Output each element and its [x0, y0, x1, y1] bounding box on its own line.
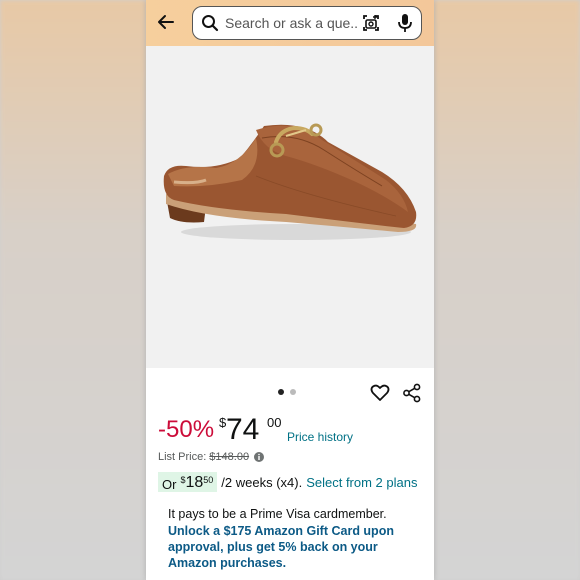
prime-promo-text: It pays to be a Prime Visa cardmember.: [168, 507, 387, 521]
list-price-value: $148.00: [209, 451, 250, 463]
price-fraction: 00: [267, 415, 282, 430]
price-history-link[interactable]: Price history: [287, 430, 353, 444]
prime-offer-link[interactable]: Unlock a $175 Amazon Gift Card upon appr…: [168, 523, 424, 571]
search-icon: [202, 15, 219, 32]
carousel-indicator: [278, 389, 296, 395]
plan-prefix: Or: [162, 477, 177, 492]
list-price: List Price: $148.00: [158, 451, 265, 463]
back-arrow-icon: [158, 15, 174, 29]
prime-visa-promo: It pays to be a Prime Visa cardmember. U…: [168, 506, 424, 571]
select-plans-link[interactable]: Select from 2 plans: [306, 475, 417, 490]
mic-icon[interactable]: [397, 13, 413, 33]
app-screen: -50% $ 74 00 Price history List Price: $…: [146, 0, 434, 580]
info-icon[interactable]: [254, 452, 265, 462]
installment-plans: Or $ 18 50 /2 weeks (x4). Select from 2 …: [158, 470, 417, 494]
carousel-dot-active[interactable]: [278, 389, 284, 395]
search-input[interactable]: [225, 12, 357, 34]
heart-icon[interactable]: [370, 383, 390, 403]
plan-period: /2 weeks (x4).: [221, 474, 303, 490]
price-whole: 74: [226, 413, 260, 446]
back-button[interactable]: [154, 10, 178, 34]
product-image[interactable]: [146, 46, 434, 368]
share-icon[interactable]: [402, 383, 422, 403]
carousel-dot[interactable]: [290, 389, 296, 395]
discount-percent: -50%: [158, 416, 215, 443]
camera-scan-icon[interactable]: [361, 13, 381, 33]
installment-price: Or $ 18 50: [158, 472, 218, 492]
top-bar: [146, 0, 434, 46]
search-bar[interactable]: [192, 6, 422, 40]
list-price-label: List Price:: [158, 451, 207, 463]
plan-fraction: 50: [203, 475, 214, 485]
background-blur-left: [0, 0, 146, 580]
background-blur-right: [434, 0, 580, 580]
loafer-mule-shoe-image: [146, 46, 434, 368]
price-row: -50% $ 74 00 Price history: [158, 412, 428, 448]
plan-whole: 18: [185, 474, 204, 491]
